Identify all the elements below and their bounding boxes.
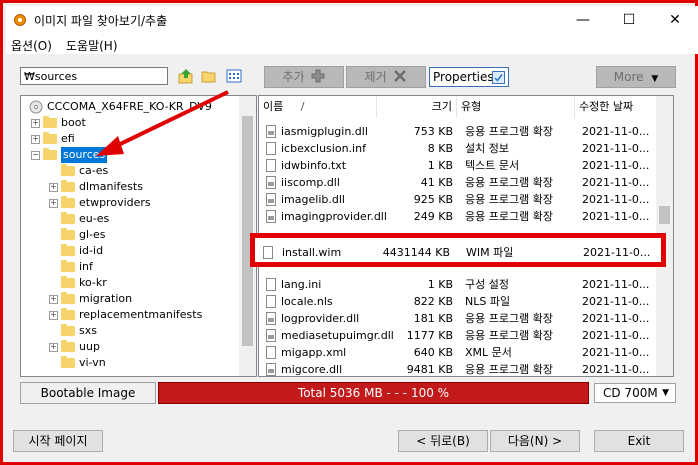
start-page-button[interactable]: 시작 페이지 (13, 430, 103, 452)
size-progress-bar: Total 5036 MB - - - 100 % (158, 382, 589, 404)
bootable-image-label: Bootable Image (20, 382, 156, 404)
chevron-down-icon: ▼ (662, 388, 669, 398)
media-size-value: CD 700M (603, 386, 658, 400)
back-button[interactable]: < 뒤로(B) (398, 430, 488, 452)
status-bar: Bootable Image Total 5036 MB - - - 100 %… (20, 382, 676, 404)
media-size-select[interactable]: CD 700M ▼ (594, 383, 676, 403)
progress-text: Total 5036 MB - - - 100 % (297, 386, 450, 400)
exit-button[interactable]: Exit (594, 430, 684, 452)
next-button[interactable]: 다음(N) > (490, 430, 580, 452)
